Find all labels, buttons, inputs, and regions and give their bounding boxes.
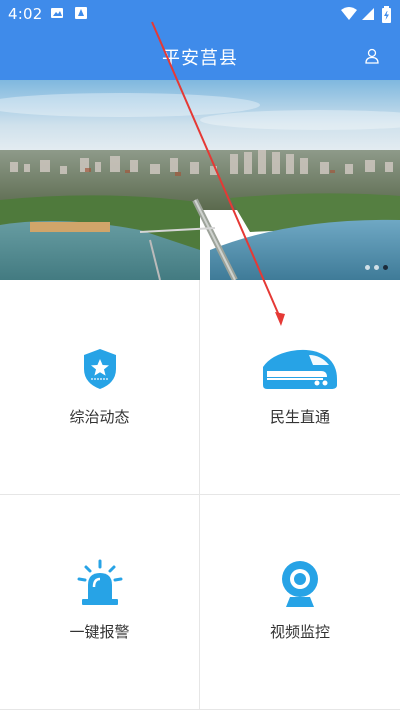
carousel-dot[interactable] [374, 265, 379, 270]
banner-image [0, 80, 400, 280]
grid-item-comprehensive-news[interactable]: 综治动态 [0, 280, 200, 495]
user-icon[interactable] [364, 48, 380, 64]
gallery-icon [50, 6, 66, 22]
grid-item-label: 综治动态 [69, 408, 130, 426]
banner-carousel[interactable] [0, 80, 400, 280]
grid-item-label: 视频监控 [269, 623, 330, 641]
shield-star-icon [0, 344, 199, 394]
webcam-icon [200, 559, 400, 609]
status-bar: 4:02 [0, 0, 400, 28]
page-title: 平安莒县 [162, 48, 238, 69]
feature-grid: 综治动态 民生直通 一键报警 视频监控 [0, 280, 400, 711]
notification-icon [74, 6, 90, 22]
grid-item-livelihood[interactable]: 民生直通 [200, 280, 400, 495]
train-icon [200, 344, 400, 394]
app-bar: 平安莒县 [0, 28, 400, 80]
carousel-indicator [365, 265, 388, 270]
grid-item-one-key-alarm[interactable]: 一键报警 [0, 495, 200, 710]
status-time: 4:02 [8, 5, 43, 23]
alarm-icon [0, 559, 199, 609]
grid-item-video-monitor[interactable]: 视频监控 [200, 495, 400, 710]
battery-icon [381, 6, 397, 23]
grid-item-label: 民生直通 [269, 408, 330, 426]
carousel-dot[interactable] [365, 265, 370, 270]
signal-icon [361, 6, 377, 22]
wifi-icon [340, 6, 357, 22]
grid-item-label: 一键报警 [69, 623, 130, 641]
carousel-dot-active[interactable] [383, 265, 388, 270]
